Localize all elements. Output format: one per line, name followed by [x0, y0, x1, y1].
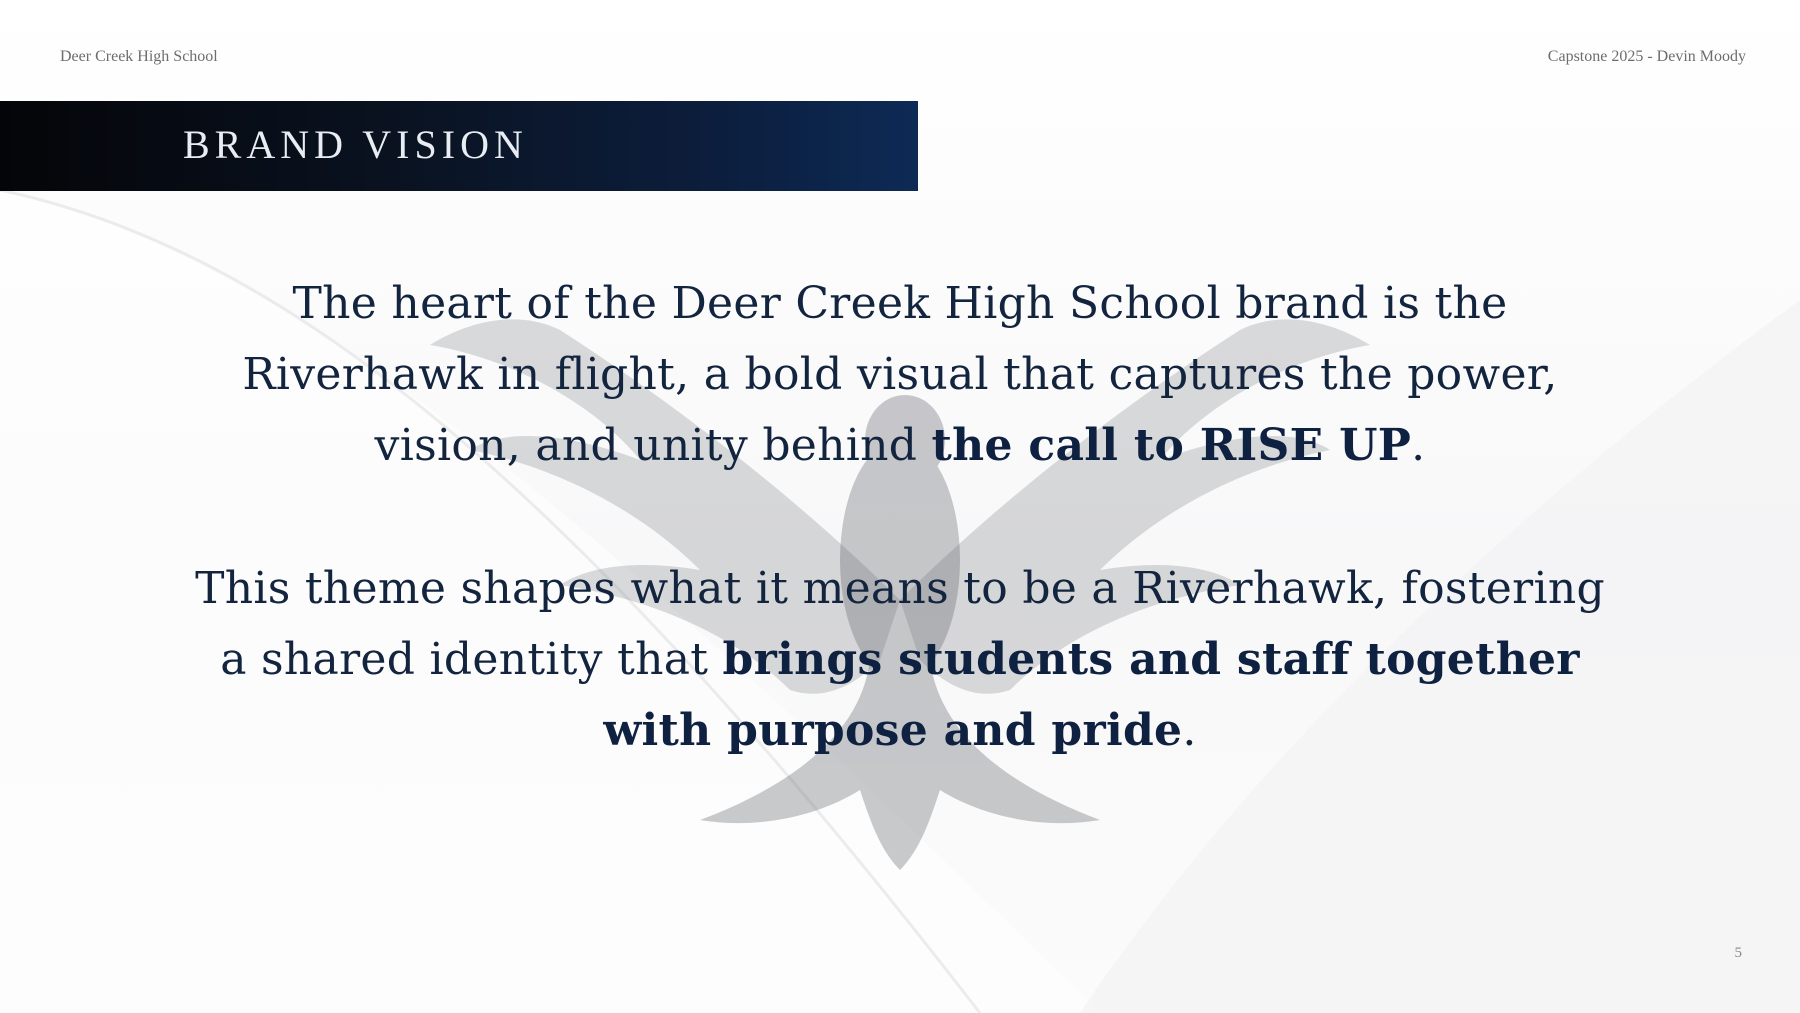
page-number: 5 [1734, 945, 1743, 961]
vision-paragraph-2: This theme shapes what it means to be a … [180, 553, 1620, 766]
paragraph-emphasis: the call to RISE UP [931, 420, 1412, 471]
school-name: Deer Creek High School [60, 48, 218, 65]
vision-paragraph-1: The heart of the Deer Creek High School … [180, 268, 1620, 481]
capstone-credit: Capstone 2025 - Devin Moody [1547, 48, 1746, 65]
slide-title: BRAND VISION [183, 122, 528, 167]
paragraph-end: . [1411, 420, 1426, 471]
title-banner: BRAND VISION [0, 101, 918, 191]
paragraph-end: . [1182, 705, 1197, 756]
paragraph-emphasis: brings students and staff together with … [603, 634, 1580, 756]
slide: Deer Creek High School Capstone 2025 - D… [0, 0, 1800, 1013]
